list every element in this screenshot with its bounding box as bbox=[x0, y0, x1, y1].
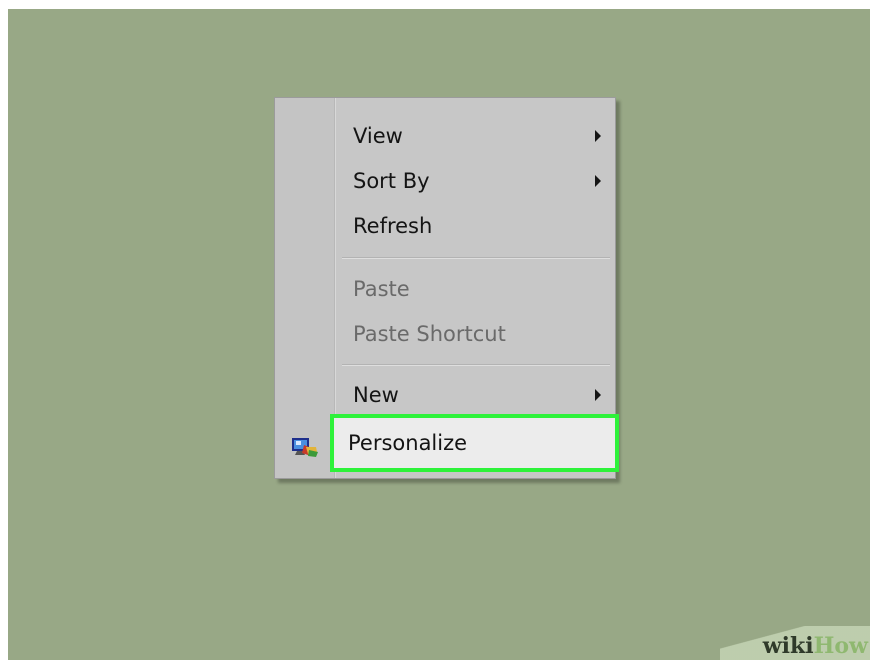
menu-item-refresh[interactable]: Refresh bbox=[335, 204, 615, 248]
submenu-arrow-icon bbox=[595, 389, 601, 401]
screenshot-frame: View Sort By Refresh Paste Paste Shortcu… bbox=[0, 0, 870, 660]
menu-separator bbox=[342, 257, 610, 259]
menu-separator bbox=[342, 364, 610, 366]
context-menu: View Sort By Refresh Paste Paste Shortcu… bbox=[274, 97, 619, 479]
menu-item-label: New bbox=[353, 383, 399, 407]
desktop[interactable]: View Sort By Refresh Paste Paste Shortcu… bbox=[8, 9, 870, 660]
menu-item-label: Paste Shortcut bbox=[353, 322, 506, 346]
watermark-wiki: wiki bbox=[762, 633, 814, 659]
menu-item-view[interactable]: View bbox=[335, 114, 615, 158]
wikihow-watermark: wikiHow bbox=[763, 632, 868, 660]
menu-item-label: View bbox=[353, 124, 403, 148]
submenu-arrow-icon bbox=[595, 130, 601, 142]
menu-item-paste: Paste bbox=[335, 267, 615, 311]
menu-item-sort-by[interactable]: Sort By bbox=[335, 159, 615, 203]
menu-item-label: Paste bbox=[353, 277, 410, 301]
menu-icon-gutter bbox=[275, 98, 335, 478]
menu-item-label: Personalize bbox=[348, 431, 468, 455]
menu-item-label: Sort By bbox=[353, 169, 430, 193]
menu-item-personalize[interactable]: Personalize bbox=[330, 414, 619, 472]
personalize-icon bbox=[290, 435, 320, 459]
menu-item-new[interactable]: New bbox=[335, 373, 615, 417]
menu-item-paste-shortcut: Paste Shortcut bbox=[335, 312, 615, 356]
menu-item-label: Refresh bbox=[353, 214, 433, 238]
submenu-arrow-icon bbox=[595, 175, 601, 187]
watermark-how: How bbox=[813, 633, 868, 659]
